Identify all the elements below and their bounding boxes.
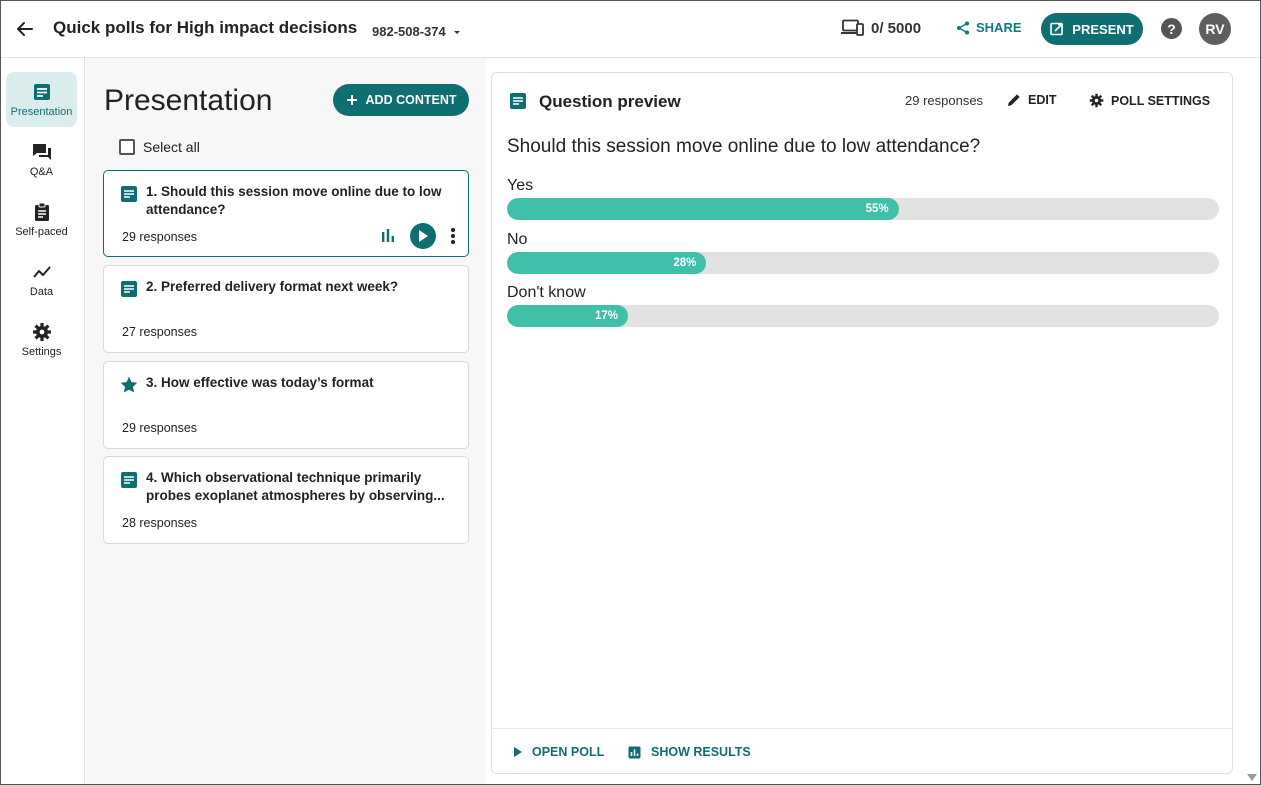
session-id-dropdown[interactable]: 982-508-374 (372, 24, 462, 39)
presentation-icon (33, 83, 50, 100)
side-nav: Presentation Q&A Self-paced Data Setting… (1, 58, 85, 784)
question-text: Should this session move online due to l… (507, 136, 981, 157)
pencil-icon (1008, 94, 1020, 106)
poll-icon (510, 93, 526, 109)
nav-item-settings[interactable]: Settings (6, 312, 77, 367)
card-title: 4. Which observational technique primari… (146, 470, 445, 503)
open-poll-label: OPEN POLL (532, 745, 605, 759)
card-responses: 28 responses (122, 516, 198, 530)
option-bar-track: 28% (507, 252, 1219, 274)
share-icon (957, 21, 969, 34)
poll-icon (121, 472, 137, 488)
trend-icon (32, 265, 51, 278)
poll-settings-button[interactable]: POLL SETTINGS (1089, 93, 1210, 108)
add-content-button[interactable]: ADD CONTENT (333, 84, 469, 116)
option-label: Yes (507, 177, 534, 194)
content-card[interactable]: 1. Should this session move online due t… (103, 170, 469, 257)
edit-label: EDIT (1028, 93, 1057, 107)
nav-item-data[interactable]: Data (6, 252, 77, 307)
option-label: No (507, 231, 528, 248)
scroll-down-arrow-icon[interactable] (1247, 774, 1257, 781)
play-button[interactable] (410, 223, 436, 249)
card-actions (380, 223, 456, 249)
option-bar-fill: 28% (507, 252, 707, 274)
content-list-pane: Presentation ADD CONTENT Select all 1. S… (86, 58, 486, 784)
bar-chart-icon[interactable] (380, 228, 396, 244)
option-percent: 55% (865, 203, 889, 215)
participant-count: 0/ 5000 (871, 19, 922, 37)
caret-down-icon (453, 30, 460, 34)
show-results-button[interactable]: SHOW RESULTS (628, 745, 751, 759)
question-preview-pane: Question preview 29 responses EDIT POLL … (491, 72, 1233, 774)
pane-title: Presentation (104, 84, 273, 117)
participant-counter: 0/ 5000 (841, 19, 921, 37)
option-percent: 28% (673, 257, 697, 269)
card-responses: 29 responses (122, 421, 198, 435)
app-window: Quick polls for High impact decisions 98… (0, 0, 1261, 785)
poll-settings-label: POLL SETTINGS (1111, 93, 1211, 108)
nav-item-qa[interactable]: Q&A (6, 132, 77, 187)
clipboard-icon (34, 202, 49, 221)
share-button[interactable]: SHARE (956, 20, 1022, 35)
play-icon (514, 747, 522, 757)
content-card[interactable]: 4. Which observational technique primari… (103, 456, 469, 544)
option-bar-fill: 55% (507, 198, 899, 220)
help-icon[interactable]: ? (1161, 18, 1182, 39)
option-percent: 17% (595, 310, 619, 322)
card-title: 2. Preferred delivery format next week? (146, 279, 399, 294)
add-content-label: ADD CONTENT (365, 93, 457, 107)
nav-label-self-paced: Self-paced (15, 225, 68, 238)
card-responses: 29 responses (122, 230, 198, 244)
devices-icon (841, 19, 864, 36)
session-id-text: 982-508-374 (372, 24, 446, 39)
preview-footer: OPEN POLL SHOW RESULTS (492, 728, 1232, 774)
poll-icon (121, 281, 137, 297)
checkbox-box[interactable] (119, 139, 135, 155)
open-poll-button[interactable]: OPEN POLL (514, 745, 604, 759)
star-icon (120, 376, 138, 393)
preview-title: Question preview (539, 92, 681, 111)
card-title: 3. How effective was today’s format (146, 375, 374, 390)
select-all-label: Select all (143, 139, 200, 155)
play-icon (419, 230, 428, 242)
nav-label-presentation: Presentation (10, 105, 73, 118)
preview-responses: 29 responses (905, 93, 984, 108)
poll-icon (121, 186, 137, 202)
content-card[interactable]: 2. Preferred delivery format next week? … (103, 265, 469, 353)
back-arrow-icon[interactable] (11, 15, 39, 43)
results-chart-icon (628, 746, 641, 758)
option-bar-fill: 17% (507, 305, 629, 327)
session-title: Quick polls for High impact decisions (53, 18, 358, 37)
option-bar-track: 17% (507, 305, 1219, 327)
user-avatar[interactable]: RV (1199, 13, 1231, 45)
nav-item-presentation[interactable]: Presentation (6, 72, 77, 127)
more-vertical-icon[interactable] (450, 227, 456, 245)
share-label: SHARE (976, 20, 1022, 35)
nav-label-data: Data (29, 285, 54, 298)
present-button[interactable]: PRESENT (1041, 13, 1143, 45)
nav-label-qa: Q&A (29, 165, 54, 178)
nav-item-self-paced[interactable]: Self-paced (6, 192, 77, 247)
gear-icon (1089, 93, 1104, 108)
edit-button[interactable]: EDIT (1007, 93, 1056, 107)
option-label: Don't know (507, 284, 586, 301)
chat-icon (32, 143, 51, 160)
card-responses: 27 responses (122, 325, 198, 339)
card-title: 1. Should this session move online due t… (146, 184, 442, 217)
gear-icon (32, 322, 51, 341)
nav-label-settings: Settings (21, 345, 62, 358)
top-header: Quick polls for High impact decisions 98… (1, 1, 1260, 58)
show-results-label: SHOW RESULTS (651, 745, 751, 759)
select-all-checkbox[interactable]: Select all (119, 139, 200, 155)
option-bar-track: 55% (507, 198, 1219, 220)
present-label: PRESENT (1072, 21, 1134, 37)
plus-icon (346, 95, 357, 105)
content-card[interactable]: 3. How effective was today’s format 29 r… (103, 361, 469, 449)
open-external-icon (1050, 22, 1064, 36)
